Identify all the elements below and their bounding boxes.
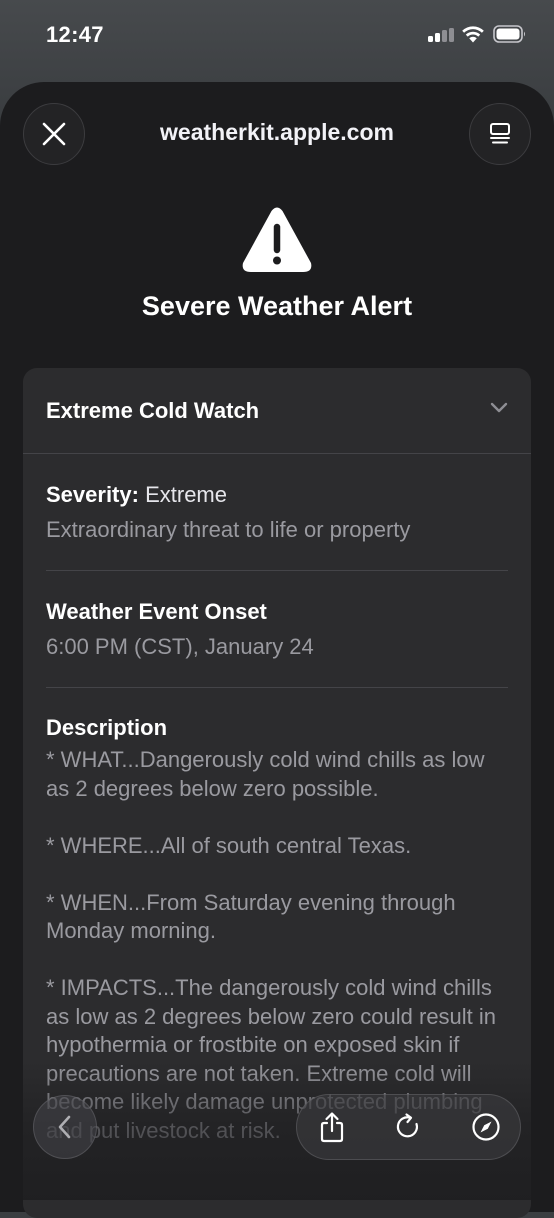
chevron-down-icon[interactable] [489, 400, 509, 414]
description-paragraph-what: * WHAT...Dangerously cold wind chills as… [46, 747, 485, 801]
wifi-icon [462, 26, 484, 43]
description-paragraph-when: * WHEN...From Saturday evening through M… [46, 889, 456, 944]
severity-label-row: Severity: Extreme [46, 481, 508, 509]
reader-mode-button[interactable] [469, 103, 531, 165]
chevron-left-icon [58, 1115, 71, 1139]
compass-icon [472, 1113, 500, 1141]
browser-toolbar [296, 1094, 521, 1160]
divider [46, 687, 508, 688]
description-label: Description [46, 715, 168, 740]
alert-title: Severe Weather Alert [141, 291, 413, 321]
reader-mode-icon [490, 123, 510, 144]
event-title: Extreme Cold Watch [46, 398, 260, 423]
description-paragraph-where: * WHERE...All of south central Texas. [46, 832, 412, 858]
status-bar: 12:47 [0, 0, 554, 70]
severity-value: Extreme [145, 482, 227, 507]
status-time: 12:47 [46, 22, 104, 47]
share-button[interactable] [299, 1095, 365, 1159]
onset-section: Weather Event Onset 6:00 PM (CST), Janua… [46, 598, 508, 661]
safari-button[interactable] [453, 1095, 519, 1159]
reload-icon [396, 1113, 419, 1138]
onset-label: Weather Event Onset [46, 599, 267, 624]
severity-text: Extraordinary threat to life or property [46, 517, 411, 542]
severity-section: Severity: Extreme Extraordinary threat t… [46, 481, 508, 544]
back-button[interactable] [33, 1095, 97, 1159]
severity-label: Severity: [46, 482, 139, 507]
reload-button[interactable] [375, 1095, 441, 1159]
divider [46, 570, 508, 571]
battery-icon [493, 25, 525, 43]
event-header[interactable]: Extreme Cold Watch [23, 368, 531, 454]
onset-value: 6:00 PM (CST), January 24 [46, 634, 314, 659]
share-icon [320, 1112, 344, 1143]
cellular-signal-icon [428, 28, 454, 42]
warning-triangle-icon [242, 207, 312, 272]
